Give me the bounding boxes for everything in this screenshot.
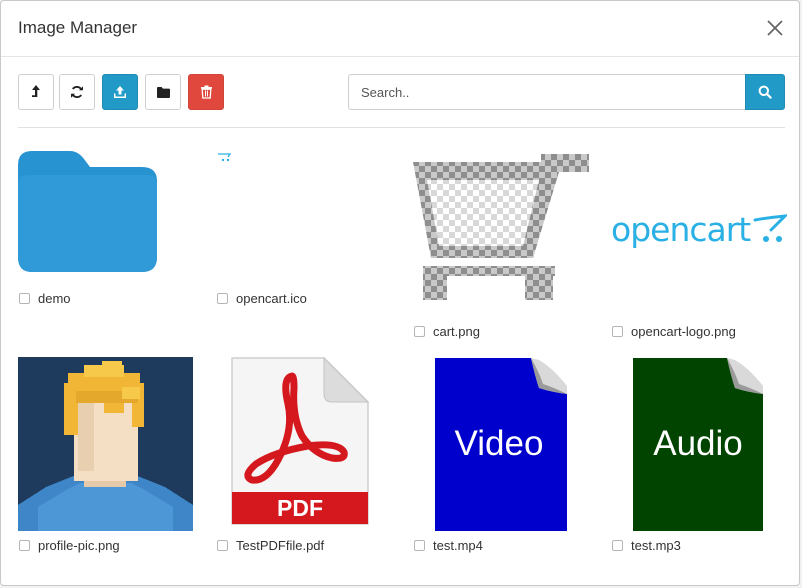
parent-directory-button[interactable]: [18, 74, 54, 110]
file-checkbox[interactable]: [217, 292, 228, 304]
search-group: [348, 74, 785, 110]
cart-icon: [753, 214, 787, 242]
file-checkbox[interactable]: [19, 539, 30, 551]
audio-label: Audio: [653, 424, 743, 463]
file-name: opencart-logo.png: [631, 323, 736, 339]
file-name: test.mp3: [631, 537, 681, 553]
profile-pic-thumbnail[interactable]: [18, 357, 193, 531]
file-item-cart-png: cart.png: [414, 323, 480, 339]
file-checkbox[interactable]: [414, 325, 425, 337]
file-checkbox[interactable]: [414, 539, 425, 551]
modal-title: Image Manager: [18, 18, 138, 37]
opencart-logo-text: opencart: [611, 210, 751, 249]
audio-thumbnail[interactable]: Audio: [633, 358, 763, 531]
image-manager-modal: Image Manager Search.. demo opencart.ico…: [0, 0, 800, 586]
trash-icon: [200, 85, 212, 99]
file-name: demo: [38, 290, 71, 306]
cart-icon: [218, 153, 232, 162]
refresh-button[interactable]: [59, 74, 95, 110]
video-thumbnail[interactable]: Video: [435, 358, 567, 531]
search-input[interactable]: [348, 74, 746, 110]
file-name: TestPDFfile.pdf: [236, 537, 325, 553]
new-folder-button[interactable]: [145, 74, 181, 110]
file-name: cart.png: [433, 323, 480, 339]
close-icon: [767, 20, 783, 36]
profile-avatar-icon: [18, 357, 193, 531]
shopping-cart-icon: [413, 154, 589, 300]
search-button[interactable]: [745, 74, 785, 110]
file-item-demo: demo: [19, 290, 71, 306]
file-item-opencart-logo: opencart-logo.png: [612, 323, 736, 339]
opencart-ico-thumbnail[interactable]: [217, 150, 233, 162]
refresh-icon: [71, 85, 83, 99]
level-up-icon: [32, 85, 40, 97]
file-name: profile-pic.png: [38, 537, 120, 553]
folder-icon: [156, 86, 170, 98]
file-checkbox[interactable]: [217, 539, 228, 551]
cart-png-thumbnail[interactable]: [413, 154, 589, 301]
upload-icon: [114, 86, 126, 98]
toolbar-divider: [18, 127, 785, 128]
file-checkbox[interactable]: [612, 539, 623, 551]
file-name: opencart.ico: [236, 290, 307, 306]
pdf-label: PDF: [277, 495, 323, 521]
file-item-audio: test.mp3: [612, 537, 681, 553]
pdf-thumbnail[interactable]: PDF: [228, 356, 370, 528]
opencart-logo-thumbnail[interactable]: opencart: [611, 212, 787, 248]
file-checkbox[interactable]: [19, 292, 30, 304]
delete-button[interactable]: [188, 74, 224, 110]
file-item-pdf: TestPDFfile.pdf: [217, 537, 324, 553]
file-item-video: test.mp4: [414, 537, 483, 553]
file-checkbox[interactable]: [612, 325, 623, 337]
search-icon: [758, 85, 772, 99]
folder-icon: [18, 151, 157, 272]
folder-thumbnail[interactable]: [18, 151, 158, 273]
file-name: test.mp4: [433, 537, 483, 553]
file-item-profile-pic: profile-pic.png: [19, 537, 120, 553]
close-button[interactable]: [765, 18, 785, 38]
video-label: Video: [454, 424, 544, 463]
upload-button[interactable]: [102, 74, 138, 110]
file-item-opencart-ico: opencart.ico: [217, 290, 307, 306]
modal-header: Image Manager: [1, 1, 799, 57]
